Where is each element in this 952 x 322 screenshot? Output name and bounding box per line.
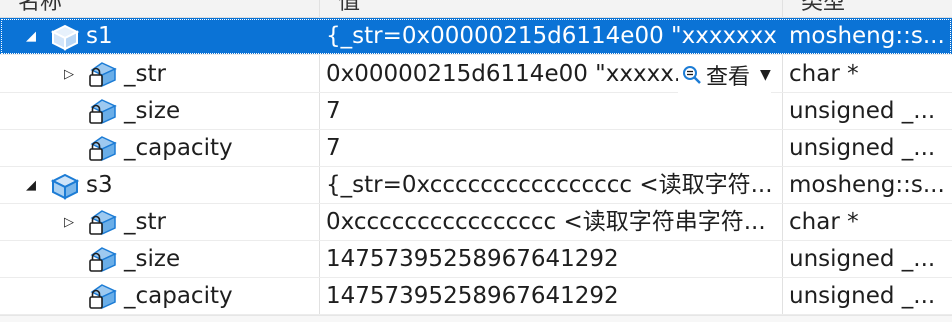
type-cell: mosheng::s... — [789, 23, 945, 49]
variable-name: _size — [124, 98, 181, 124]
tree-row-size[interactable]: _size 7 unsigned _... — [0, 93, 952, 130]
tree-row-capacity[interactable]: _capacity 14757395258967641292 unsigned … — [0, 278, 952, 315]
name-cell: _capacity — [0, 130, 318, 167]
value-cell[interactable]: 14757395258967641292 — [326, 241, 778, 278]
name-cell: _size — [0, 93, 318, 130]
object-cube-icon — [50, 24, 80, 51]
name-cell: _capacity — [0, 278, 318, 315]
expanded-triangle-icon[interactable]: ◢ — [24, 167, 38, 204]
variable-name: _str — [124, 61, 166, 87]
name-cell: ◢ s3 — [0, 167, 318, 204]
name-cell: _size — [0, 241, 318, 278]
type-cell: unsigned _... — [789, 283, 936, 309]
tree-row-s3[interactable]: ◢ s3 {_str=0xcccccccccccccccc <读取字符... m… — [0, 167, 952, 204]
watch-grid: 名称 值 类型 ◢ s1 {_str=0x00000215d6114e00 "x… — [0, 0, 952, 322]
type-cell: unsigned _... — [789, 98, 936, 124]
viewer-label: 查看 — [706, 64, 751, 90]
collapsed-triangle-icon[interactable]: ▷ — [62, 204, 76, 241]
type-cell: mosheng::s... — [789, 172, 945, 198]
dropdown-caret-icon[interactable]: ▼ — [760, 67, 771, 83]
value-cell[interactable]: {_str=0x00000215d6114e00 "xxxxxxx" ... — [326, 18, 778, 55]
private-field-lock-icon — [89, 247, 117, 273]
tree-row-s1[interactable]: ◢ s1 {_str=0x00000215d6114e00 "xxxxxxx" … — [0, 18, 952, 55]
tree-row-str[interactable]: ▷ _str 0xcccccccccccccccc <读取字符串字符... ch… — [0, 204, 952, 241]
column-header: 名称 值 类型 — [0, 0, 952, 18]
private-field-lock-icon — [89, 136, 117, 162]
object-cube-icon — [50, 173, 80, 200]
value-cell[interactable]: 7 — [326, 130, 778, 167]
tree-row-capacity[interactable]: _capacity 7 unsigned _... — [0, 130, 952, 167]
variable-name: s1 — [86, 23, 113, 49]
column-header-name[interactable]: 名称 — [0, 0, 320, 17]
value-cell[interactable]: 0xcccccccccccccccc <读取字符串字符... — [326, 204, 778, 241]
private-field-lock-icon — [89, 62, 117, 88]
collapsed-triangle-icon[interactable]: ▷ — [62, 56, 76, 93]
value-cell[interactable]: 7 — [326, 93, 778, 130]
tree-row-str[interactable]: ▷ _str 0x00000215d6114e00 "xxxxx... 查看 ▼… — [0, 56, 952, 93]
column-header-value[interactable]: 值 — [320, 0, 786, 17]
type-cell: unsigned _... — [789, 135, 936, 161]
tree-row-size[interactable]: _size 14757395258967641292 unsigned _... — [0, 241, 952, 278]
private-field-lock-icon — [89, 210, 117, 236]
private-field-lock-icon — [89, 284, 117, 310]
type-cell: unsigned _... — [789, 246, 936, 272]
variable-name: _size — [124, 246, 181, 272]
text-visualizer-button[interactable]: 查看 ▼ — [678, 56, 771, 93]
type-cell: char * — [789, 209, 859, 235]
magnifier-icon — [683, 65, 701, 84]
type-cell: char * — [789, 61, 859, 87]
variable-name: _capacity — [124, 283, 233, 309]
variable-name: _str — [124, 209, 166, 235]
value-cell[interactable]: 14757395258967641292 — [326, 278, 778, 315]
name-cell: ▷ _str — [0, 204, 318, 241]
next-panel-edge — [0, 315, 952, 322]
column-header-type[interactable]: 类型 — [783, 0, 952, 17]
expanded-triangle-icon[interactable]: ◢ — [24, 18, 38, 55]
value-cell[interactable]: {_str=0xcccccccccccccccc <读取字符... — [326, 167, 778, 204]
variable-name: s3 — [86, 172, 113, 198]
private-field-lock-icon — [89, 99, 117, 125]
name-cell: ▷ _str — [0, 56, 318, 93]
name-cell: ◢ s1 — [0, 18, 318, 55]
variable-name: _capacity — [124, 135, 233, 161]
